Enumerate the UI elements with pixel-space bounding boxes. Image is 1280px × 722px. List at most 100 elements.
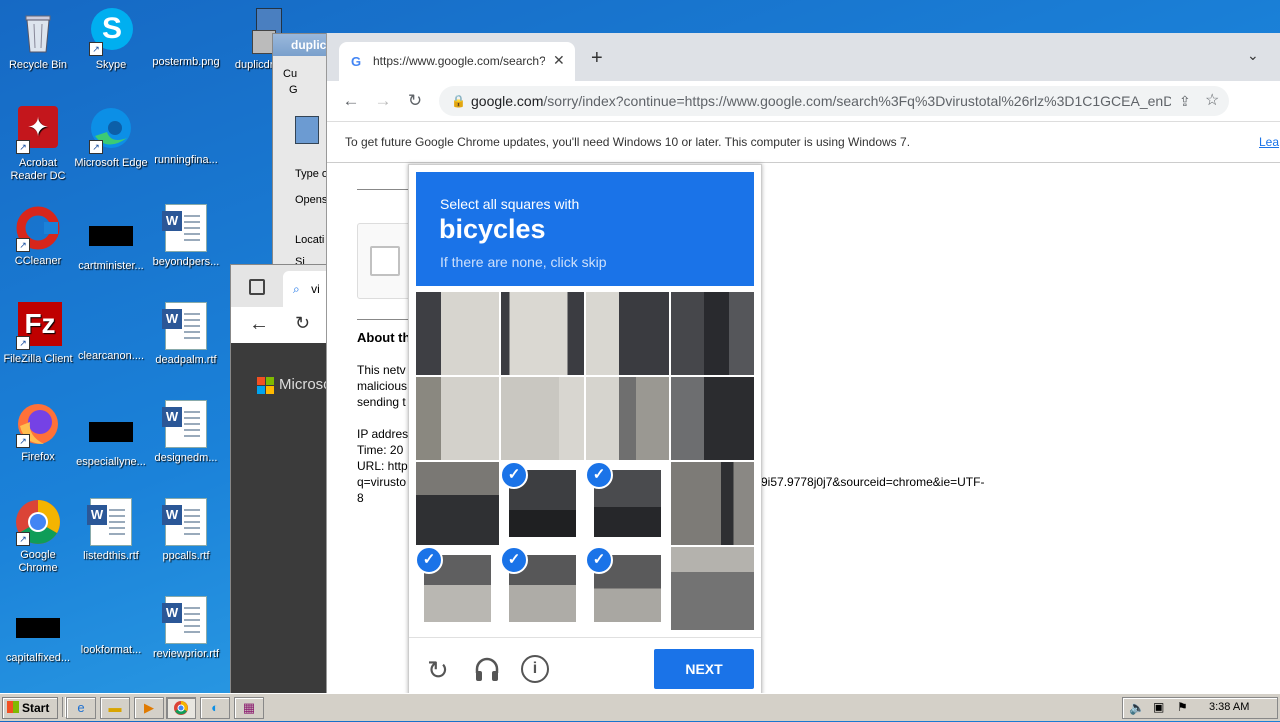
chrome-toolbar: ← → ↻ 🔒 google.com/sorry/index?continue=… (327, 81, 1280, 122)
desktop-icon-google-chrome[interactable]: ↗ Google Chrome (0, 498, 76, 575)
system-tray: 🔈 ▣ ⚑ 3:38 AM (1122, 697, 1278, 719)
bookmark-star-icon[interactable]: ☆ (1205, 86, 1219, 116)
captcha-tile[interactable] (671, 377, 754, 460)
infobar-learn-more-link[interactable]: Lea (1259, 122, 1279, 162)
back-arrow-icon[interactable]: ← (249, 313, 269, 336)
desktop-icon-ppcalls[interactable]: W ppcalls.rtf (148, 498, 224, 563)
winrar-taskbar-icon[interactable]: ▦ (234, 697, 264, 719)
volume-icon[interactable]: 🔈 (1129, 700, 1145, 716)
desktop-icon-capitalfixed[interactable]: capitalfixed... (0, 596, 76, 665)
word-document-icon: W (162, 596, 207, 644)
desktop-icon-especiallyne[interactable]: especiallyne... (73, 400, 149, 469)
challenge-header: Select all squares with bicycles If ther… (416, 172, 754, 286)
network-icon[interactable]: ▣ (1153, 700, 1164, 714)
recaptcha-challenge: Select all squares with bicycles If ther… (408, 164, 762, 696)
prop-label: Locati (295, 234, 325, 246)
reload-icon[interactable]: ↻ (427, 655, 449, 686)
address-bar[interactable]: 🔒 google.com/sorry/index?continue=https:… (439, 86, 1229, 116)
reload-icon[interactable]: ↻ (403, 89, 427, 113)
desktop-icon-deadpalm[interactable]: W deadpalm.rtf (148, 302, 224, 367)
desktop-icon-reviewprior[interactable]: W reviewprior.rtf (148, 596, 224, 661)
captcha-tile[interactable]: ✓ (586, 462, 669, 545)
share-icon[interactable]: ⇪ (1179, 86, 1191, 116)
chrome-tab[interactable]: G https://www.google.com/search?q= ✕ (339, 42, 575, 81)
chrome-tabbar: G https://www.google.com/search?q= ✕ + ⌄ (327, 33, 1280, 81)
desktop-icon-postermb[interactable]: postermb.png (148, 8, 224, 69)
desktop-icon-lookformat[interactable]: lookformat... (73, 596, 149, 657)
desktop-icon-ccleaner[interactable]: ↗ CCleaner (0, 204, 76, 268)
captcha-tile[interactable] (416, 377, 499, 460)
file-thumbnail (164, 8, 208, 52)
file-thumbnail (89, 302, 133, 346)
desktop-icon-label: deadpalm.rtf (155, 354, 217, 366)
desktop-icon-cartminister[interactable]: cartminister... (73, 204, 149, 273)
desktop-icon-clearcanon[interactable]: clearcanon.... (73, 302, 149, 363)
acrobat-icon: ✦ ↗ (14, 106, 62, 154)
desktop-icon-skype[interactable]: S ↗ Skype (73, 8, 149, 72)
start-button[interactable]: Start (2, 697, 58, 719)
window-titlebar[interactable]: duplic (273, 34, 333, 56)
back-icon[interactable]: ← (339, 89, 363, 113)
captcha-tile[interactable] (501, 292, 584, 375)
new-tab-icon[interactable]: + (591, 47, 603, 70)
captcha-tile[interactable] (671, 292, 754, 375)
explorer-taskbar-icon[interactable]: ▬ (100, 697, 130, 719)
captcha-tile[interactable] (416, 292, 499, 375)
captcha-tile[interactable] (671, 547, 754, 630)
file-icon (295, 116, 319, 144)
captcha-tile[interactable] (586, 292, 669, 375)
url-line: URL: http (357, 459, 408, 473)
captcha-tile[interactable]: ✓ (501, 547, 584, 630)
tab-search-chevron-icon[interactable]: ⌄ (1247, 47, 1259, 64)
captcha-tile[interactable]: ✓ (416, 547, 499, 630)
captcha-tile[interactable] (501, 377, 584, 460)
tab-label[interactable]: Cu (283, 68, 297, 80)
desktop-icon-filezilla[interactable]: Fz ↗ FileZilla Client (0, 302, 76, 366)
edge-window[interactable]: ⌕ vi ← ↻ Microsof (230, 264, 343, 695)
tab-actions-icon[interactable] (249, 279, 265, 295)
next-button[interactable]: NEXT (654, 649, 754, 689)
captcha-tile[interactable]: ✓ (586, 547, 669, 630)
desktop-icon-label: beyondpers... (152, 256, 220, 268)
ip-address-line: IP addres (357, 427, 409, 441)
desktop-icon-acrobat[interactable]: ✦ ↗ Acrobat Reader DC (0, 106, 76, 183)
info-icon[interactable]: i (521, 655, 549, 683)
refresh-icon[interactable]: ↻ (295, 313, 310, 334)
chrome-taskbar-icon[interactable] (166, 697, 196, 719)
desktop-icon-beyondpers[interactable]: W beyondpers... (148, 204, 224, 269)
captcha-tile[interactable] (586, 377, 669, 460)
desktop-icon-edge[interactable]: ↗ Microsoft Edge (73, 106, 149, 170)
action-center-flag-icon[interactable]: ⚑ (1177, 700, 1188, 714)
desktop-icon-label: listedthis.rtf (83, 550, 139, 562)
edge-taskbar-icon[interactable]: ◐ (200, 697, 230, 719)
prop-label: Type o (295, 168, 329, 180)
captcha-tile[interactable] (416, 462, 499, 545)
about-heading: About th (357, 330, 411, 345)
challenge-footer-divider (409, 637, 761, 638)
tile-grid: ✓ ✓ ✓ ✓ ✓ (416, 292, 754, 630)
desktop-icon-listedthis[interactable]: W listedthis.rtf (73, 498, 149, 563)
desktop-icon-designedm[interactable]: W designedm... (148, 400, 224, 465)
desktop-icon-runningfina[interactable]: runningfina... (148, 106, 224, 167)
captcha-tile[interactable] (671, 462, 754, 545)
recycle-bin-icon (14, 8, 62, 56)
chrome-icon: ↗ (14, 498, 62, 546)
infobar-text: To get future Google Chrome updates, you… (345, 135, 911, 149)
desktop-icon-label: ppcalls.rtf (162, 550, 210, 562)
clock[interactable]: 3:38 AM (1209, 701, 1249, 713)
desktop-icon-firefox[interactable]: ↗ Firefox (0, 400, 76, 464)
properties-window[interactable]: duplic Cu G Type o Opens Locati Si (272, 33, 334, 275)
challenge-instruction: Select all squares with (440, 196, 580, 212)
recaptcha-checkbox[interactable] (370, 246, 400, 276)
forward-icon[interactable]: → (371, 89, 395, 113)
desktop-icon-label: Acrobat Reader DC (10, 157, 66, 182)
file-thumbnail (89, 596, 133, 640)
desktop-icon-recycle-bin[interactable]: Recycle Bin (0, 8, 76, 72)
word-document-icon: W (162, 302, 207, 350)
captcha-tile[interactable]: ✓ (501, 462, 584, 545)
file-thumbnail (89, 422, 133, 442)
close-tab-icon[interactable]: ✕ (553, 52, 565, 69)
headphones-icon[interactable] (473, 655, 501, 688)
ie-taskbar-icon[interactable]: e (66, 697, 96, 719)
media-player-taskbar-icon[interactable]: ▶ (134, 697, 164, 719)
